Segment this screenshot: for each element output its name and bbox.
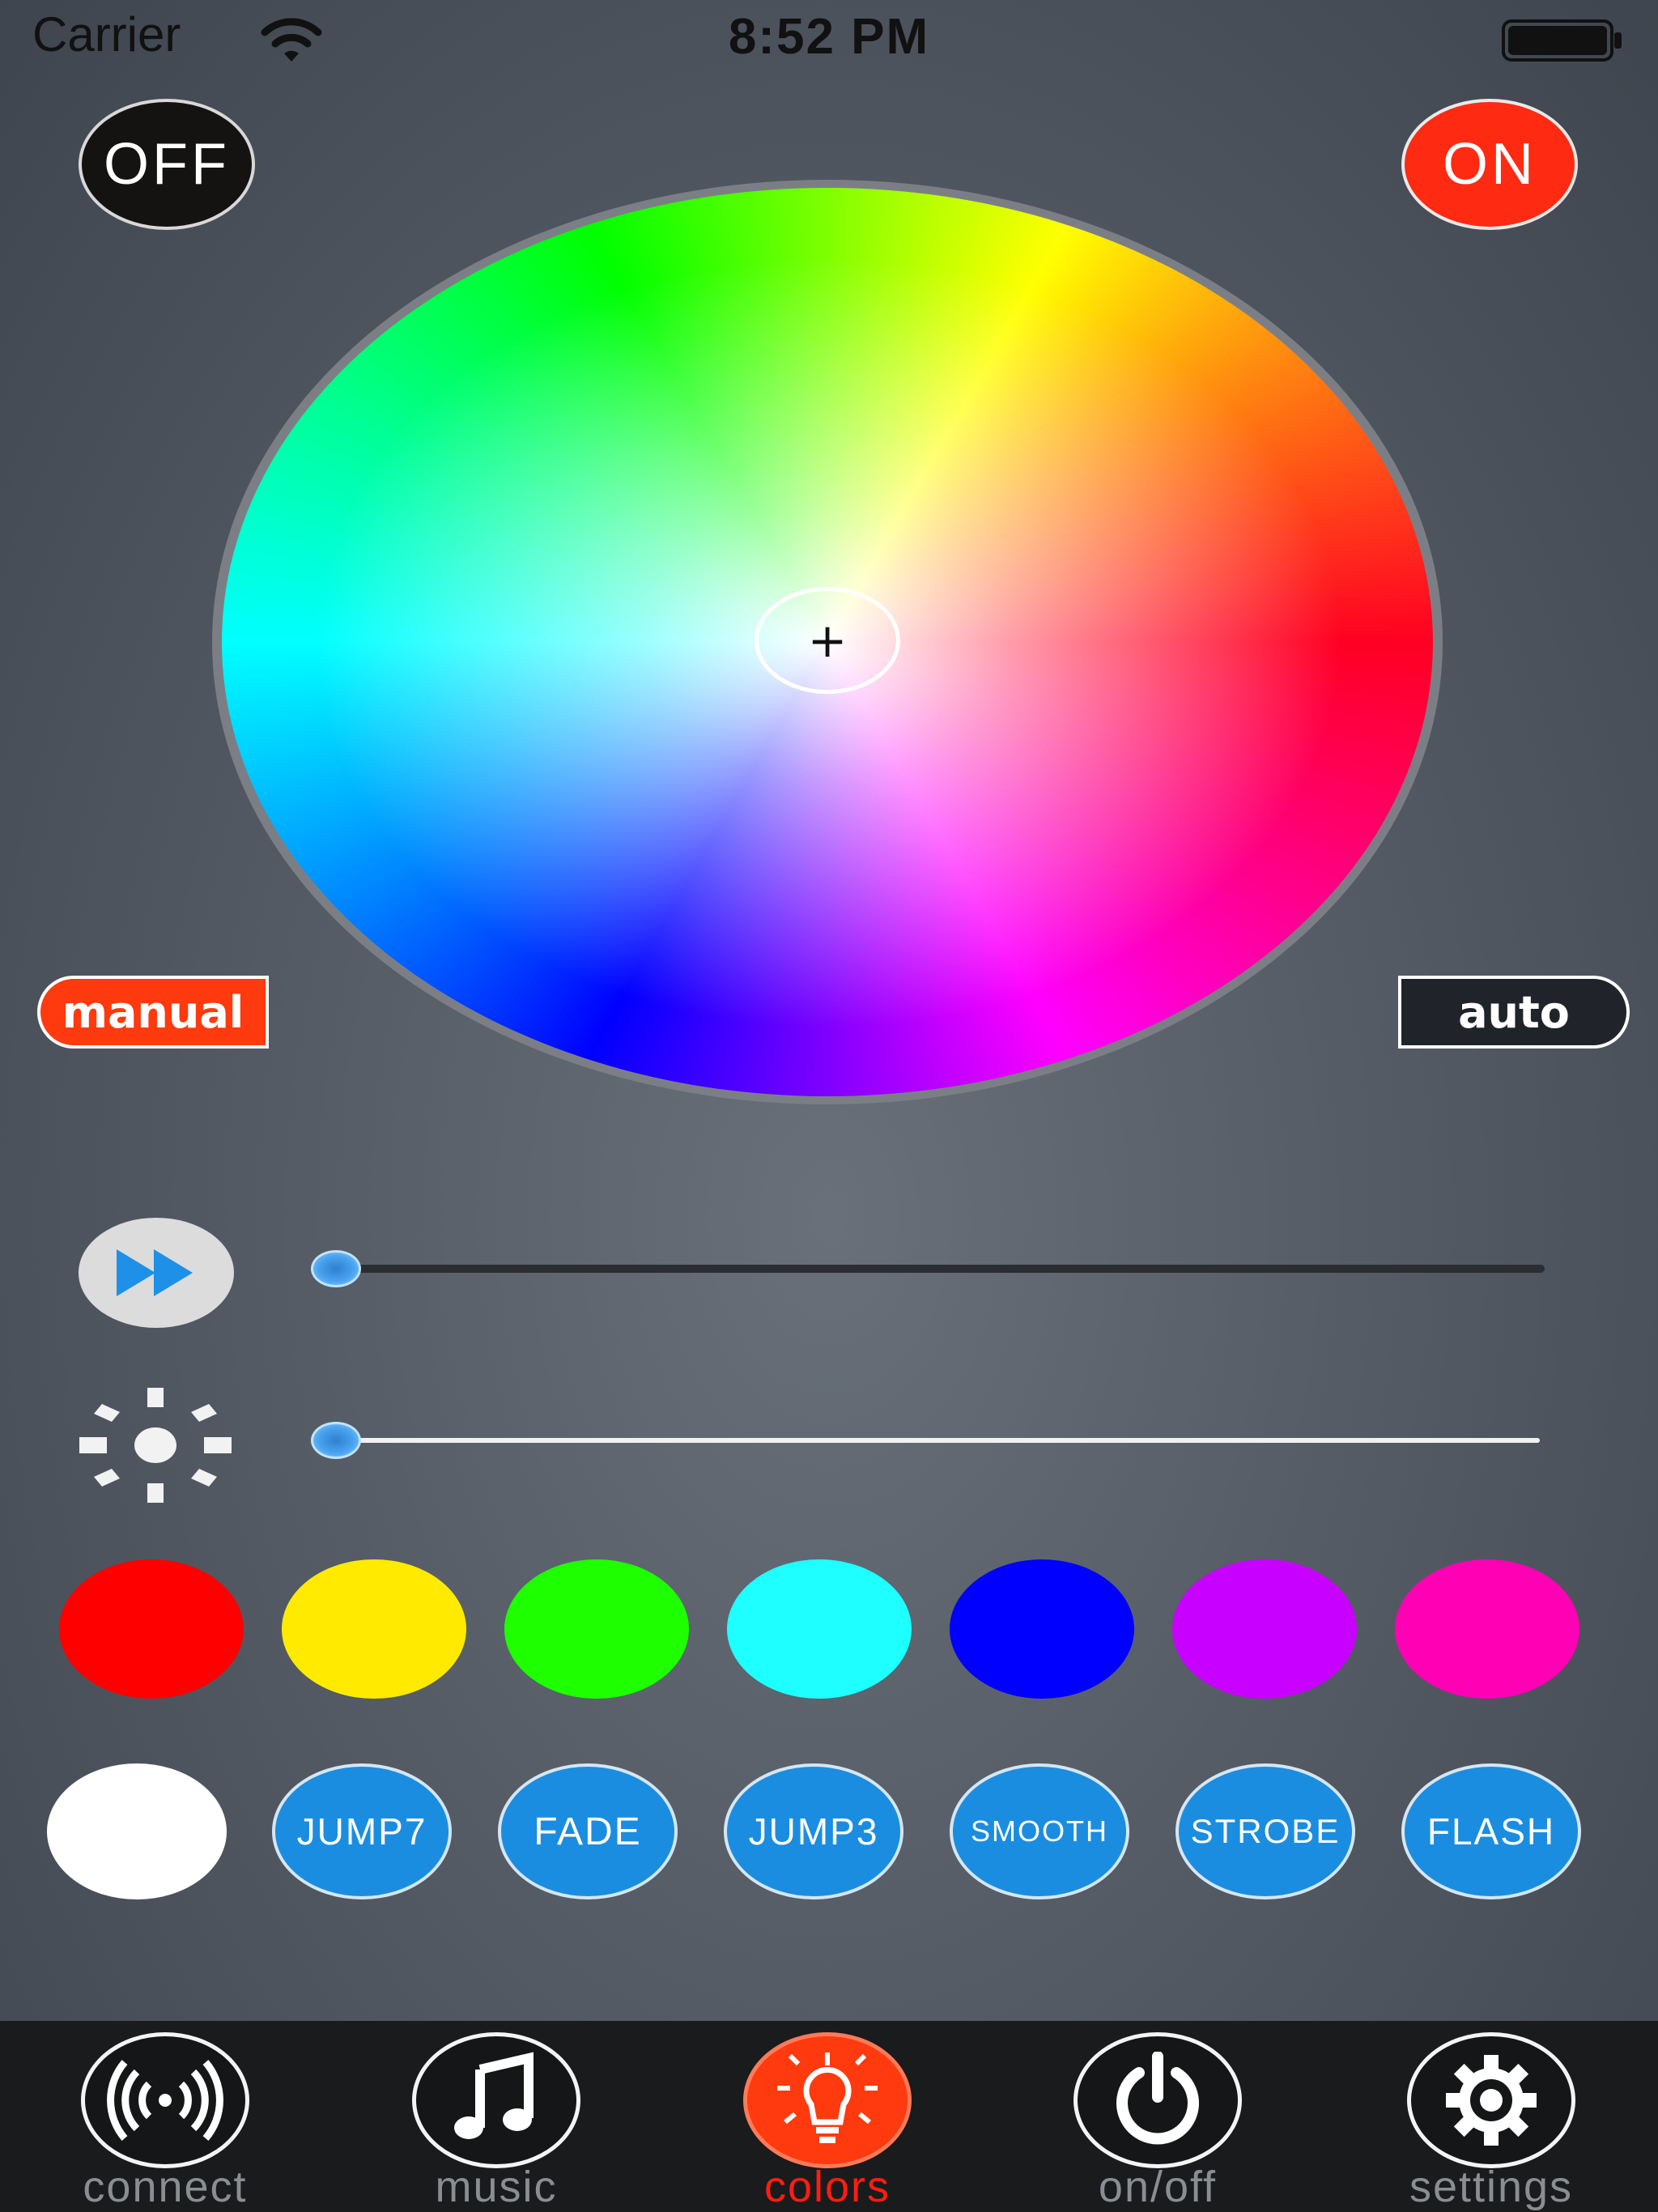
color-swatch[interactable]: [1395, 1559, 1579, 1699]
fast-forward-icon: [117, 1249, 193, 1296]
effect-button-jump3[interactable]: JUMP3: [724, 1763, 903, 1899]
effect-button-smooth[interactable]: SMOOTH: [950, 1763, 1129, 1899]
tab-label: on/off: [1098, 2163, 1218, 2211]
speed-button[interactable]: [79, 1218, 234, 1328]
tab-on-off[interactable]: on/off: [1052, 2032, 1263, 2212]
tab-colors[interactable]: colors: [722, 2032, 933, 2212]
color-picker-handle[interactable]: +: [755, 587, 900, 694]
power-icon: [1073, 2032, 1242, 2168]
brightness-icon: [79, 1388, 232, 1503]
tab-music[interactable]: music: [391, 2032, 602, 2212]
tab-label: colors: [763, 2163, 891, 2211]
effect-button-jump7[interactable]: JUMP7: [272, 1763, 452, 1899]
color-swatch[interactable]: [282, 1559, 466, 1699]
crosshair-icon: +: [807, 613, 848, 668]
brightness-slider-thumb[interactable]: [311, 1422, 361, 1459]
effect-button-flash[interactable]: FLASH: [1401, 1763, 1581, 1899]
auto-mode-button[interactable]: auto: [1398, 976, 1630, 1049]
off-button[interactable]: OFF: [79, 99, 255, 230]
tab-label: music: [435, 2163, 558, 2211]
tab-label: settings: [1409, 2163, 1574, 2211]
on-button[interactable]: ON: [1401, 99, 1578, 230]
color-swatch[interactable]: [59, 1559, 244, 1699]
speed-slider-thumb[interactable]: [311, 1250, 361, 1287]
color-swatch[interactable]: [504, 1559, 689, 1699]
tab-settings[interactable]: settings: [1386, 2032, 1596, 2212]
manual-mode-button[interactable]: manual: [37, 976, 269, 1049]
effect-button-fade[interactable]: FADE: [498, 1763, 678, 1899]
color-swatch[interactable]: [1172, 1559, 1357, 1699]
color-swatch[interactable]: [727, 1559, 912, 1699]
tab-connect[interactable]: connect: [60, 2032, 270, 2212]
brightness-slider-track[interactable]: [324, 1438, 1540, 1443]
gear-icon: [1407, 2032, 1575, 2168]
broadcast-icon: [81, 2032, 249, 2168]
status-bar: Carrier 8:52 PM: [0, 0, 1658, 81]
tab-label: connect: [83, 2163, 248, 2211]
clock: 8:52 PM: [728, 9, 930, 65]
speed-slider-track[interactable]: [324, 1265, 1545, 1273]
white-color-button[interactable]: [47, 1763, 227, 1899]
effect-button-strobe[interactable]: STROBE: [1175, 1763, 1355, 1899]
light-bulb-icon: [743, 2032, 912, 2168]
color-swatch[interactable]: [950, 1559, 1134, 1699]
battery-icon: [1502, 19, 1622, 62]
music-note-icon: [412, 2032, 580, 2168]
